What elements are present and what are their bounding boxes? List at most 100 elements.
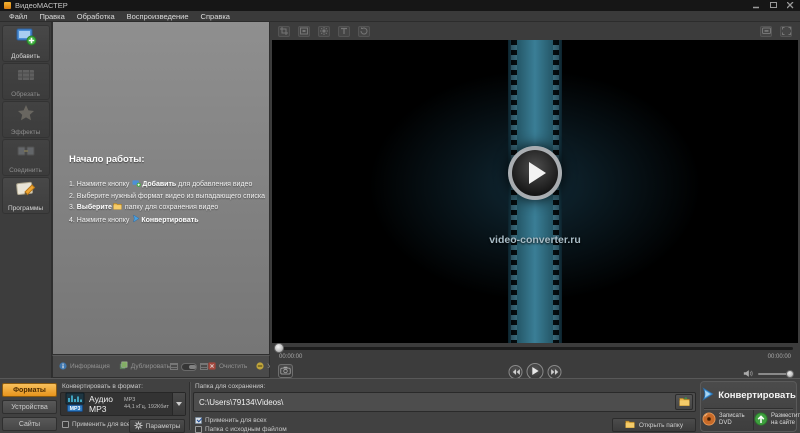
duplicate-icon [119,361,128,372]
menu-processing[interactable]: Обработка [72,12,120,21]
sidebar-join-label: Соединить [9,167,42,174]
folder-icon [113,202,122,214]
burn-dvd-button[interactable]: Записать DVD [702,410,754,430]
sidebar-effects-label: Эффекты [11,129,41,136]
effects-icon [16,104,36,127]
checkbox-icon[interactable] [62,421,69,428]
dvd-disc-icon [702,412,716,429]
window-title: ВидеоМАСТЕР [15,1,751,10]
rotate-icon[interactable] [358,26,370,37]
file-list-area[interactable]: Начало работы: 1. Нажмите кнопку Добавит… [52,22,270,355]
snapshot-button[interactable] [278,364,293,378]
trim-icon [16,66,36,89]
start-guide: Начало работы: 1. Нажмите кнопку Добавит… [69,154,261,227]
effects-adjust-icon[interactable] [318,26,330,37]
volume-slider[interactable] [758,373,792,375]
add-video-icon [15,27,37,51]
browse-folder-button[interactable] [675,394,693,410]
checkbox-icon[interactable] [195,426,202,433]
programs-icon [15,179,37,203]
info-button[interactable]: Информация [59,362,110,372]
menu-bar: Файл Правка Обработка Воспроизведение Сп… [0,11,800,22]
seek-bar[interactable] [277,347,793,350]
source-folder-checkbox[interactable]: Папка с исходным файлом [195,426,287,433]
gear-icon [134,421,143,432]
parameters-button[interactable]: Параметры [129,419,185,433]
sidebar: Добавить Обрезать Эффекты Соединить Прог… [0,22,52,378]
save-apply-all-checkbox[interactable]: Применить для всех [195,417,267,424]
sidebar-trim-button[interactable]: Обрезать [2,63,50,100]
save-path-field [193,392,696,412]
save-folder-label: Папка для сохранения: [195,383,265,390]
remove-icon [256,362,264,372]
mp3-format-icon: MP3 [64,392,86,417]
sidebar-join-button[interactable]: Соединить [2,139,50,176]
forward-button[interactable] [548,365,562,379]
menu-playback[interactable]: Воспроизведение [122,12,194,21]
rewind-button[interactable] [509,365,523,379]
sidebar-add-button[interactable]: Добавить [2,25,50,62]
tab-formats[interactable]: Форматы [2,383,57,397]
svg-text:MP3: MP3 [70,406,81,412]
menu-edit[interactable]: Правка [34,12,69,21]
duplicate-button[interactable]: Дублировать [119,361,170,372]
tab-devices[interactable]: Устройства [2,400,57,414]
guide-step-3: 3. Выберите папку для сохранения видео [69,202,261,214]
list-view-icon[interactable] [170,363,178,370]
play-icon [529,162,546,184]
player-toolbar [270,22,800,40]
view-toggle-switch[interactable] [181,363,197,371]
menu-file[interactable]: Файл [4,12,32,21]
chevron-down-icon [176,402,182,406]
folder-icon [679,393,690,411]
format-details: MP3 44,1 кГц, 192Кбит [124,397,169,411]
sidebar-programs-button[interactable]: Программы [2,177,50,214]
convert-button[interactable]: Конвертировать [704,384,793,406]
title-bar: ВидеоМАСТЕР [0,0,800,11]
actions-panel: Конвертировать Записать DVD Разместить н… [700,381,797,432]
frame-size-icon[interactable] [298,26,310,37]
text-overlay-icon[interactable] [338,26,350,37]
format-tabs: Форматы Устройства Сайты [2,383,57,433]
time-current: 00:00:00 [279,354,302,360]
maximize-icon[interactable] [768,1,779,10]
view-mode-toggle [170,363,208,371]
fullscreen-icon[interactable] [780,26,792,37]
file-list-toolbar: Информация Дублировать Очистить Удалить [52,355,270,378]
player-panel: video-converter.ru 00:00:00 00:00:00 [270,22,800,378]
guide-title: Начало работы: [69,154,261,165]
videomaster-window: ВидеоМАСТЕР Файл Правка Обработка Воспро… [0,0,800,433]
format-name: Аудио MP3 [89,394,124,414]
play-overlay-button[interactable] [508,146,562,200]
sidebar-programs-label: Программы [8,205,43,212]
seek-handle[interactable] [274,343,284,353]
bottom-panel: Форматы Устройства Сайты Конвертировать … [0,378,800,433]
app-icon [4,2,11,9]
sidebar-effects-button[interactable]: Эффекты [2,101,50,138]
close-icon[interactable] [785,1,796,10]
join-icon [16,142,36,165]
volume-handle[interactable] [786,370,794,378]
save-path-input[interactable] [194,398,675,407]
info-icon [59,362,67,372]
minimize-icon[interactable] [751,1,762,10]
format-selector[interactable]: MP3 Аудио MP3 MP3 44,1 кГц, 192Кбит [60,392,186,416]
format-apply-all-checkbox[interactable]: Применить для всех [62,421,134,428]
convert-format-label: Конвертировать в формат: [62,383,143,390]
clear-icon [208,362,216,372]
checkbox-icon[interactable] [195,417,202,424]
video-preview[interactable]: video-converter.ru [272,40,798,343]
screenshot-icon[interactable] [760,26,772,37]
menu-help[interactable]: Справка [196,12,235,21]
sidebar-add-label: Добавить [11,53,40,60]
tab-sites[interactable]: Сайты [2,417,57,431]
guide-step-4: 4. Нажмите кнопку Конвертировать [69,214,261,227]
folder-icon [625,420,635,430]
format-dropdown-button[interactable] [172,393,185,415]
publish-site-button[interactable]: Разместить на сайте [754,410,800,430]
open-folder-button[interactable]: Открыть папку [612,418,696,432]
clear-button[interactable]: Очистить [208,362,247,372]
tile-view-icon[interactable] [200,363,208,370]
crop-icon[interactable] [278,26,290,37]
watermark-text: video-converter.ru [272,234,798,246]
